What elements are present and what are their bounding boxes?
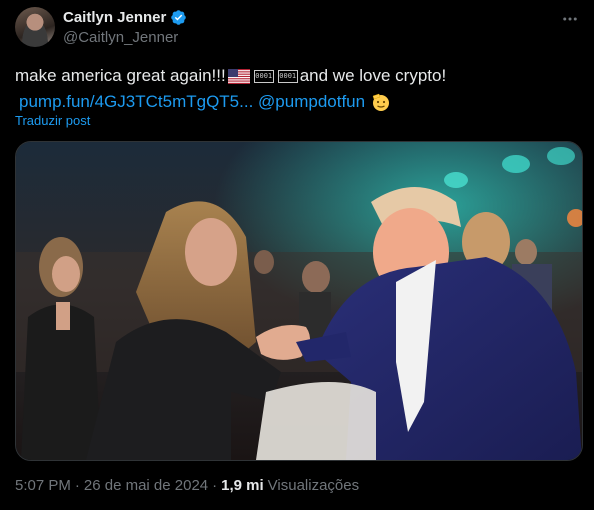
post-text-part1: make america great again!!! bbox=[15, 66, 226, 85]
more-horizontal-icon[interactable] bbox=[560, 9, 580, 29]
views-label: Visualizações bbox=[267, 477, 360, 494]
post-text-part2: and we love crypto! bbox=[299, 66, 447, 85]
post-header: Caitlyn Jenner @Caitlyn_Jenner bbox=[15, 7, 582, 51]
post-mention[interactable]: @pumpdotfun bbox=[258, 89, 365, 115]
post-time[interactable]: 5:07 PM bbox=[15, 477, 71, 494]
author-display-name[interactable]: Caitlyn Jenner bbox=[63, 9, 166, 26]
post-link[interactable]: pump.fun/4GJ3TCt5mTgQT5... bbox=[19, 89, 253, 115]
meta-separator: · bbox=[74, 477, 80, 494]
post-meta: 5:07 PM · 26 de mai de 2024 · 1,9 mi Vis… bbox=[15, 477, 359, 494]
post-date[interactable]: 26 de mai de 2024 bbox=[84, 477, 208, 494]
post-text: make america great again!!! 0001 0001 an… bbox=[15, 63, 580, 115]
author-handle[interactable]: @Caitlyn_Jenner bbox=[63, 29, 178, 46]
missing-glyph-box: 0001 bbox=[277, 69, 298, 83]
post-text-line-1: make america great again!!! 0001 0001 an… bbox=[15, 63, 580, 89]
us-flag-emoji bbox=[227, 68, 250, 84]
post-text-line-2: pump.fun/4GJ3TCt5mTgQT5... @pumpdotfun bbox=[15, 89, 580, 115]
missing-glyph-box: 0001 bbox=[253, 69, 274, 83]
views-count: 1,9 mi bbox=[221, 477, 264, 494]
author-name-row: Caitlyn Jenner bbox=[63, 9, 187, 26]
saluting-face-emoji bbox=[372, 93, 390, 111]
post-photo bbox=[16, 142, 582, 460]
translate-post-link[interactable]: Traduzir post bbox=[15, 113, 90, 128]
post-image[interactable] bbox=[15, 141, 583, 461]
meta-separator: · bbox=[212, 477, 218, 494]
avatar[interactable] bbox=[15, 7, 55, 47]
verified-badge-icon[interactable] bbox=[170, 9, 187, 26]
